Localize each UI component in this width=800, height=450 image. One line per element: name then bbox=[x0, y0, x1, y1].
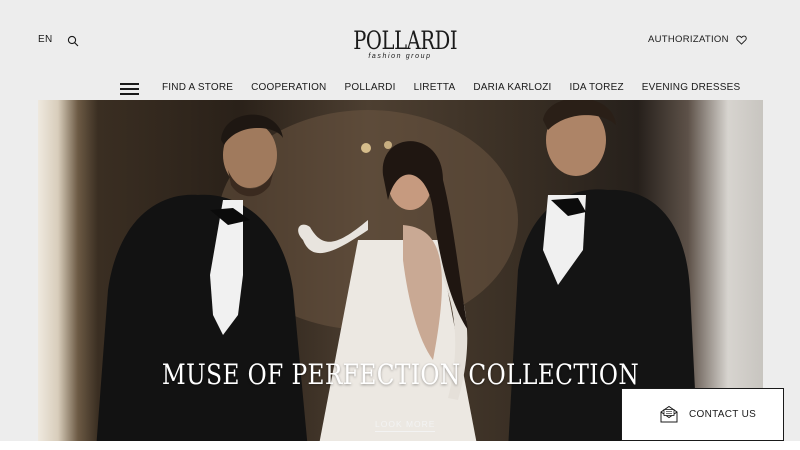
hero-title: MUSE OF PERFECTION COLLECTION bbox=[161, 358, 640, 391]
contact-us-label: CONTACT US bbox=[689, 409, 757, 420]
nav-item-daria-karlozi[interactable]: DARIA KARLOZI bbox=[473, 82, 551, 93]
nav-item-cooperation[interactable]: COOPERATION bbox=[251, 82, 326, 93]
envelope-icon bbox=[660, 405, 678, 423]
nav-item-find-a-store[interactable]: FIND A STORE bbox=[162, 82, 233, 93]
nav-item-evening-dresses[interactable]: EVENING DRESSES bbox=[642, 82, 741, 93]
nav-item-ida-torez[interactable]: IDA TOREZ bbox=[570, 82, 624, 93]
heart-icon[interactable] bbox=[736, 35, 747, 45]
site-header: EN POLLARDI fashion group AUTHORIZATION bbox=[0, 0, 800, 78]
logo-wordmark: POLLARDI bbox=[353, 26, 458, 55]
nav-links: FIND A STORE COOPERATION POLLARDI LIRETT… bbox=[162, 82, 740, 93]
search-icon[interactable] bbox=[67, 35, 79, 47]
nav-item-liretta[interactable]: LIRETTA bbox=[414, 82, 456, 93]
hamburger-menu-icon[interactable] bbox=[120, 83, 139, 95]
look-more-link[interactable]: LOOK MORE bbox=[375, 419, 436, 432]
language-switcher[interactable]: EN bbox=[38, 34, 53, 45]
authorization-link[interactable]: AUTHORIZATION bbox=[648, 34, 729, 45]
page-bottom-strip bbox=[0, 441, 800, 450]
main-navigation: FIND A STORE COOPERATION POLLARDI LIRETT… bbox=[0, 80, 800, 98]
brand-logo[interactable]: POLLARDI fashion group bbox=[340, 26, 460, 61]
contact-us-button[interactable]: CONTACT US bbox=[621, 388, 784, 441]
nav-item-pollardi[interactable]: POLLARDI bbox=[344, 82, 395, 93]
